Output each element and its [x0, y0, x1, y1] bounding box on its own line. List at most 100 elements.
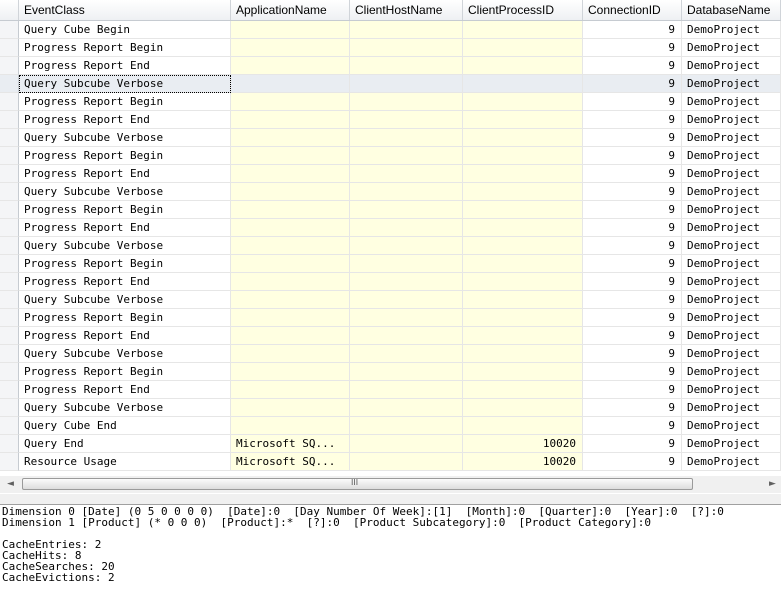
row-header[interactable]: [0, 327, 19, 345]
cell-clientprocessid[interactable]: [463, 309, 583, 327]
table-row[interactable]: Progress Report End 9 DemoProject: [0, 57, 781, 75]
cell-clientprocessid[interactable]: [463, 363, 583, 381]
table-row[interactable]: Progress Report End 9 DemoProject: [0, 273, 781, 291]
cell-applicationname[interactable]: [231, 399, 350, 417]
cell-clienthostname[interactable]: [350, 345, 463, 363]
cell-eventclass[interactable]: Progress Report End: [19, 219, 231, 237]
table-row[interactable]: Query Subcube Verbose 9 DemoProject: [0, 399, 781, 417]
cell-clientprocessid[interactable]: [463, 111, 583, 129]
cell-databasename[interactable]: DemoProject: [682, 345, 781, 363]
cell-applicationname[interactable]: [231, 39, 350, 57]
row-header[interactable]: [0, 237, 19, 255]
row-header[interactable]: [0, 417, 19, 435]
cell-clientprocessid[interactable]: [463, 291, 583, 309]
cell-connectionid[interactable]: 9: [583, 273, 682, 291]
cell-eventclass[interactable]: Query Subcube Verbose: [19, 399, 231, 417]
cell-applicationname[interactable]: [231, 255, 350, 273]
cell-clientprocessid[interactable]: [463, 327, 583, 345]
table-row[interactable]: Progress Report Begin 9 DemoProject: [0, 309, 781, 327]
table-row[interactable]: Query Subcube Verbose 9 DemoProject: [0, 183, 781, 201]
cell-databasename[interactable]: DemoProject: [682, 327, 781, 345]
cell-connectionid[interactable]: 9: [583, 75, 682, 93]
cell-eventclass[interactable]: Progress Report Begin: [19, 93, 231, 111]
cell-eventclass[interactable]: Resource Usage: [19, 453, 231, 471]
cell-connectionid[interactable]: 9: [583, 435, 682, 453]
cell-databasename[interactable]: DemoProject: [682, 75, 781, 93]
cell-eventclass[interactable]: Progress Report End: [19, 273, 231, 291]
cell-databasename[interactable]: DemoProject: [682, 111, 781, 129]
cell-applicationname[interactable]: [231, 93, 350, 111]
table-row[interactable]: Query End Microsoft SQ... 10020 9 DemoProjec…: [0, 435, 781, 453]
cell-eventclass[interactable]: Progress Report Begin: [19, 309, 231, 327]
cell-clienthostname[interactable]: [350, 273, 463, 291]
cell-applicationname[interactable]: [231, 183, 350, 201]
cell-clientprocessid[interactable]: [463, 21, 583, 39]
cell-clienthostname[interactable]: [350, 39, 463, 57]
row-header[interactable]: [0, 201, 19, 219]
cell-clienthostname[interactable]: [350, 453, 463, 471]
cell-databasename[interactable]: DemoProject: [682, 453, 781, 471]
cell-clienthostname[interactable]: [350, 309, 463, 327]
cell-clientprocessid[interactable]: [463, 39, 583, 57]
cell-clienthostname[interactable]: [350, 201, 463, 219]
cell-databasename[interactable]: DemoProject: [682, 129, 781, 147]
row-header[interactable]: [0, 435, 19, 453]
cell-clientprocessid[interactable]: [463, 93, 583, 111]
cell-connectionid[interactable]: 9: [583, 147, 682, 165]
cell-eventclass[interactable]: Query Subcube Verbose: [19, 345, 231, 363]
row-header[interactable]: [0, 363, 19, 381]
cell-clienthostname[interactable]: [350, 291, 463, 309]
table-row[interactable]: Query Subcube Verbose 9 DemoProject: [0, 237, 781, 255]
cell-connectionid[interactable]: 9: [583, 399, 682, 417]
cell-databasename[interactable]: DemoProject: [682, 201, 781, 219]
cell-databasename[interactable]: DemoProject: [682, 255, 781, 273]
cell-clienthostname[interactable]: [350, 75, 463, 93]
cell-clienthostname[interactable]: [350, 57, 463, 75]
column-header-connectionid[interactable]: ConnectionID: [583, 0, 682, 20]
cell-clienthostname[interactable]: [350, 147, 463, 165]
cell-connectionid[interactable]: 9: [583, 345, 682, 363]
cell-clienthostname[interactable]: [350, 183, 463, 201]
cell-clienthostname[interactable]: [350, 417, 463, 435]
pane-splitter[interactable]: [0, 494, 781, 505]
cell-clientprocessid[interactable]: [463, 345, 583, 363]
table-row[interactable]: Progress Report Begin 9 DemoProject: [0, 39, 781, 57]
cell-eventclass[interactable]: Query Subcube Verbose: [19, 237, 231, 255]
row-header[interactable]: [0, 165, 19, 183]
cell-eventclass[interactable]: Query Cube Begin: [19, 21, 231, 39]
table-row[interactable]: Progress Report End 9 DemoProject: [0, 381, 781, 399]
cell-applicationname[interactable]: [231, 273, 350, 291]
cell-eventclass[interactable]: Query Cube End: [19, 417, 231, 435]
cell-clientprocessid[interactable]: [463, 183, 583, 201]
table-row[interactable]: Progress Report Begin 9 DemoProject: [0, 255, 781, 273]
table-row[interactable]: Progress Report Begin 9 DemoProject: [0, 147, 781, 165]
horizontal-scrollbar[interactable]: ◄ III ►: [0, 476, 781, 493]
cell-eventclass[interactable]: Progress Report Begin: [19, 255, 231, 273]
cell-applicationname[interactable]: [231, 111, 350, 129]
cell-databasename[interactable]: DemoProject: [682, 381, 781, 399]
cell-connectionid[interactable]: 9: [583, 201, 682, 219]
cell-connectionid[interactable]: 9: [583, 57, 682, 75]
cell-connectionid[interactable]: 9: [583, 39, 682, 57]
cell-eventclass[interactable]: Query End: [19, 435, 231, 453]
cell-databasename[interactable]: DemoProject: [682, 291, 781, 309]
cell-clientprocessid[interactable]: [463, 237, 583, 255]
cell-clienthostname[interactable]: [350, 399, 463, 417]
cell-connectionid[interactable]: 9: [583, 255, 682, 273]
cell-clientprocessid[interactable]: [463, 75, 583, 93]
cell-databasename[interactable]: DemoProject: [682, 435, 781, 453]
cell-eventclass[interactable]: Progress Report Begin: [19, 147, 231, 165]
cell-clienthostname[interactable]: [350, 111, 463, 129]
cell-databasename[interactable]: DemoProject: [682, 165, 781, 183]
cell-applicationname[interactable]: [231, 309, 350, 327]
cell-clienthostname[interactable]: [350, 93, 463, 111]
cell-connectionid[interactable]: 9: [583, 21, 682, 39]
column-header-applicationname[interactable]: ApplicationName: [231, 0, 350, 20]
row-header[interactable]: [0, 273, 19, 291]
table-row[interactable]: Progress Report End 9 DemoProject: [0, 327, 781, 345]
event-detail-pane[interactable]: Dimension 0 [Date] (0 5 0 0 0 0) [Date]:…: [0, 505, 781, 601]
cell-applicationname[interactable]: [231, 57, 350, 75]
cell-applicationname[interactable]: [231, 201, 350, 219]
table-row[interactable]: Progress Report End 9 DemoProject: [0, 219, 781, 237]
cell-databasename[interactable]: DemoProject: [682, 183, 781, 201]
